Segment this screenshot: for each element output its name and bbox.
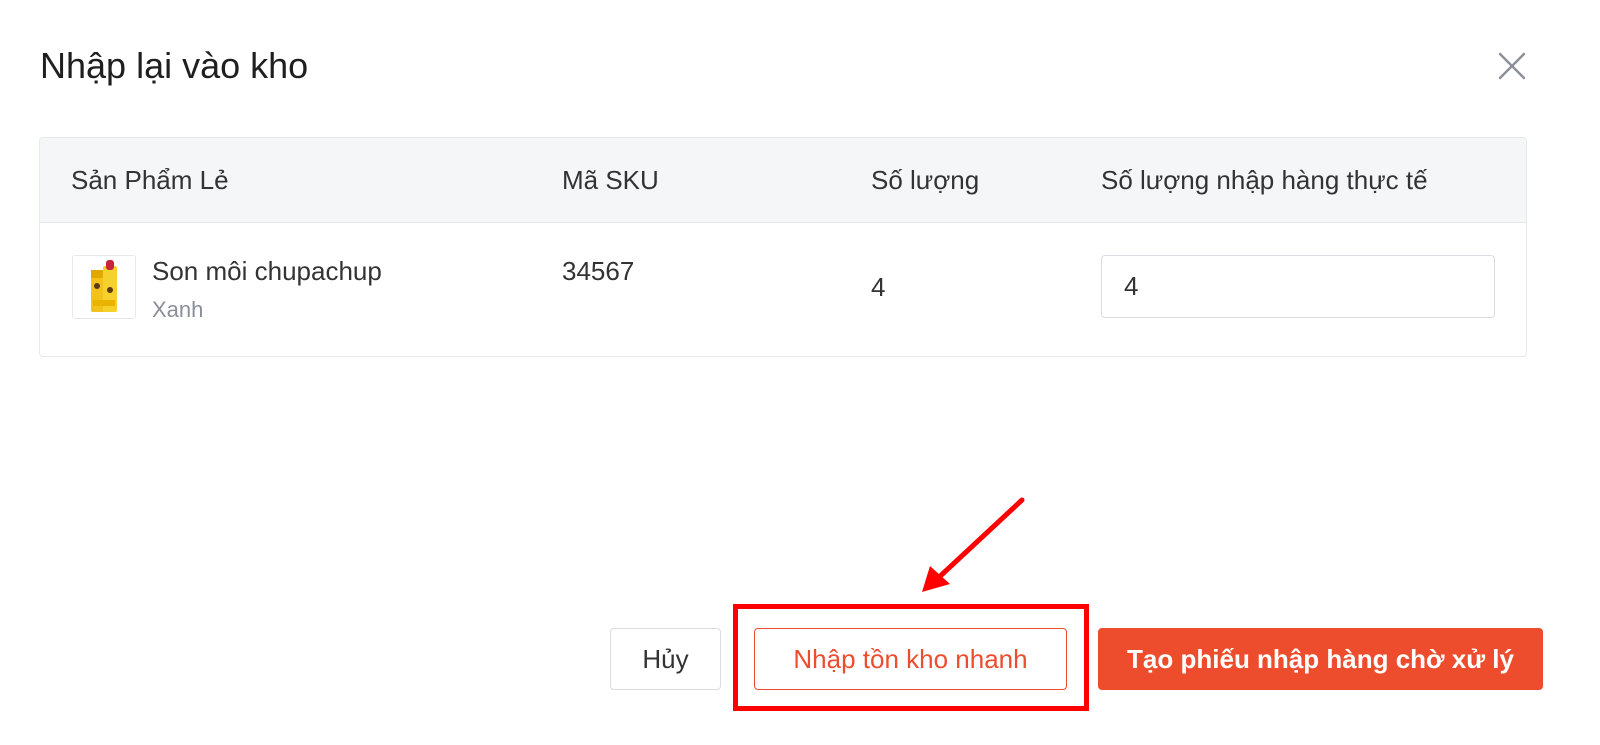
product-sku: 34567 [562, 256, 635, 286]
product-variant: Xanh [152, 297, 204, 322]
table-row: Son môi chupachup Xanh 34567 4 [40, 223, 1526, 356]
column-header-product: Sản Phẩm Lẻ [71, 165, 229, 195]
column-header-quantity: Số lượng [871, 165, 980, 195]
cancel-button[interactable]: Hủy [610, 628, 721, 690]
product-name: Son môi chupachup [152, 256, 382, 286]
product-quantity: 4 [871, 272, 886, 302]
table-header: Sản Phẩm Lẻ Mã SKU Số lượng Số lượng nhậ… [40, 138, 1526, 223]
product-thumbnail [72, 255, 136, 319]
dialog-title: Nhập lại vào kho [40, 45, 309, 86]
quick-import-button[interactable]: Nhập tồn kho nhanh [754, 628, 1067, 690]
actual-quantity-input[interactable] [1101, 255, 1495, 318]
column-header-sku: Mã SKU [562, 165, 659, 195]
product-table: Sản Phẩm Lẻ Mã SKU Số lượng Số lượng nhậ… [39, 137, 1527, 357]
annotation-arrow-icon [922, 497, 1025, 592]
create-pending-receipt-button[interactable]: Tạo phiếu nhập hàng chờ xử lý [1098, 628, 1543, 690]
close-icon[interactable] [1497, 51, 1527, 81]
column-header-actual-quantity: Số lượng nhập hàng thực tế [1101, 165, 1428, 195]
